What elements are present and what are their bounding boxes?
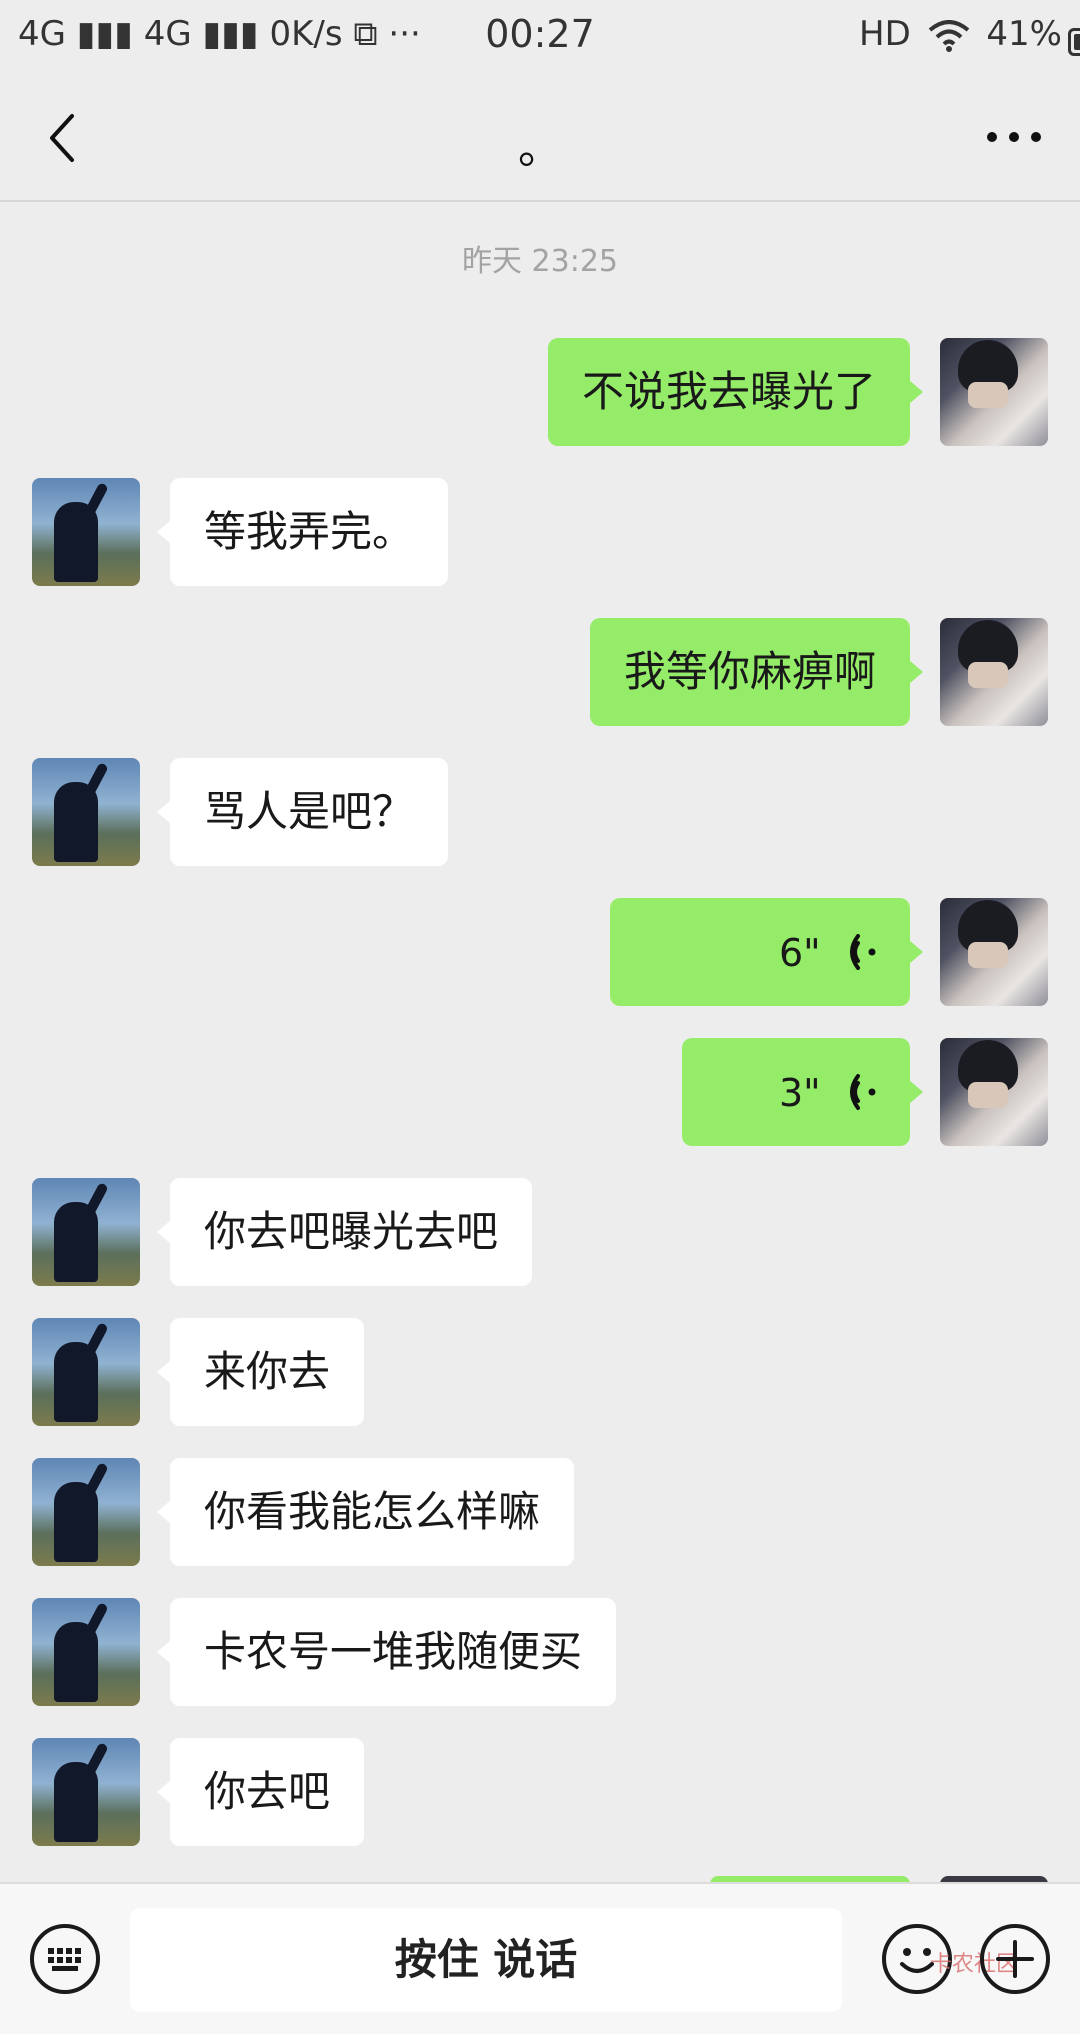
- more-options-icon[interactable]: [984, 122, 1044, 152]
- keyboard-toggle-button[interactable]: [30, 1924, 100, 1994]
- more-functions-button[interactable]: [980, 1924, 1050, 1994]
- contact-avatar[interactable]: [32, 478, 140, 586]
- input-bar: 按住 说话 卡农社区: [0, 1882, 1080, 2034]
- voice-duration: 6": [778, 931, 821, 975]
- chat-title: 。: [518, 123, 562, 174]
- contact-avatar[interactable]: [32, 758, 140, 866]
- contact-avatar[interactable]: [32, 1178, 140, 1286]
- my-avatar[interactable]: [940, 338, 1048, 446]
- voice-wave-icon: [850, 1073, 876, 1110]
- voice-message[interactable]: 3": [682, 1038, 923, 1146]
- contact-avatar[interactable]: [32, 1318, 140, 1426]
- outgoing-message[interactable]: 我等你麻痹啊: [589, 618, 924, 726]
- contact-avatar[interactable]: [32, 1738, 140, 1846]
- battery-percent: 41%: [986, 14, 1062, 54]
- incoming-message[interactable]: 等我弄完。: [156, 478, 449, 586]
- chat-header: 。: [0, 72, 1080, 202]
- keyboard-icon: [48, 1948, 81, 1971]
- wifi-icon: [928, 19, 969, 52]
- incoming-message[interactable]: 来你去: [156, 1318, 365, 1426]
- incoming-message[interactable]: 卡农号一堆我随便买: [156, 1598, 617, 1706]
- incoming-message[interactable]: 你看我能怎么样嘛: [156, 1458, 575, 1566]
- contact-avatar[interactable]: [32, 1458, 140, 1566]
- outgoing-message[interactable]: 不说我去曝光了: [547, 338, 924, 446]
- voice-message[interactable]: 6": [610, 898, 923, 1006]
- my-avatar[interactable]: [940, 1038, 1048, 1146]
- voice-duration: 3": [778, 1071, 821, 1115]
- my-avatar[interactable]: [940, 898, 1048, 1006]
- plus-icon: [996, 1940, 1034, 1978]
- contact-avatar[interactable]: [32, 1598, 140, 1706]
- battery-icon: [1068, 28, 1080, 56]
- incoming-message[interactable]: 你去吧曝光去吧: [156, 1178, 533, 1286]
- incoming-message[interactable]: 骂人是吧？: [156, 758, 449, 866]
- status-bar: 4G ▮▮▮ 4G ▮▮▮ 0K/s ⧉ ··· 00:27 HD 41%: [0, 0, 1080, 72]
- hd-indicator: HD: [859, 14, 911, 54]
- my-avatar[interactable]: [940, 618, 1048, 726]
- message-timestamp: 昨天 23:25: [462, 244, 618, 279]
- system-status-right: HD 41%: [859, 14, 1080, 56]
- incoming-message[interactable]: 你去吧: [156, 1738, 365, 1846]
- voice-wave-icon: [850, 933, 876, 970]
- hold-to-talk-button[interactable]: 按住 说话: [130, 1908, 842, 2012]
